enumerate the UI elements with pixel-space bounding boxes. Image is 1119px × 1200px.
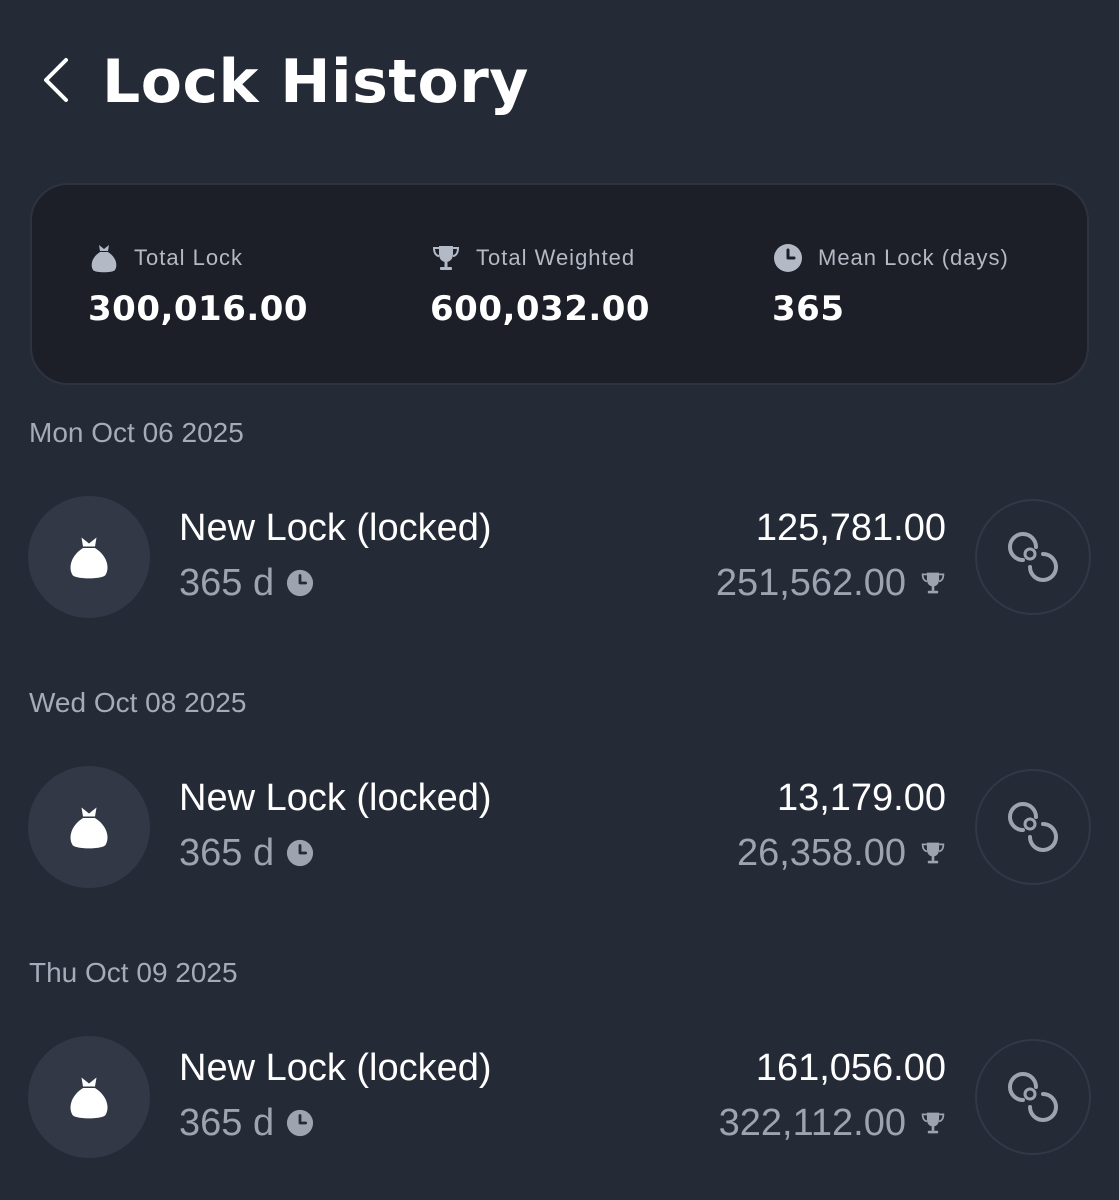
lock-type-icon-container <box>28 496 150 618</box>
stat-value: 365 <box>772 289 845 329</box>
clock-icon <box>772 242 804 274</box>
stat-value: 300,016.00 <box>88 289 309 329</box>
clock-icon <box>286 839 314 867</box>
stat-label: Total Weighted <box>476 245 636 270</box>
lock-weighted: 26,358.00 <box>737 831 946 875</box>
explorer-link-button[interactable] <box>975 769 1091 885</box>
duration-text: 365 d <box>179 832 275 874</box>
money-bag-icon <box>70 807 108 849</box>
lock-type-icon-container <box>28 1036 150 1158</box>
clock-icon <box>286 569 314 597</box>
lock-duration: 365 d <box>179 1101 314 1145</box>
money-bag-icon <box>70 1077 108 1119</box>
back-button[interactable] <box>36 52 76 108</box>
stat-total-weighted: Total Weighted 600,032.00 <box>430 241 650 329</box>
lock-title: New Lock (locked) <box>179 507 492 549</box>
lock-amount: 13,179.00 <box>776 777 946 819</box>
chevron-left-icon <box>44 58 68 102</box>
weighted-text: 251,562.00 <box>715 562 906 604</box>
money-bag-icon <box>88 242 120 274</box>
trophy-icon <box>920 569 946 597</box>
lock-duration: 365 d <box>179 831 314 875</box>
weighted-text: 322,112.00 <box>718 1102 906 1144</box>
lock-duration: 365 d <box>179 561 314 605</box>
page-title: Lock History <box>102 47 529 117</box>
stat-total-lock: Total Lock 300,016.00 <box>88 241 308 329</box>
lock-amount: 125,781.00 <box>755 507 946 549</box>
lock-title: New Lock (locked) <box>179 777 492 819</box>
explorer-link-button[interactable] <box>975 499 1091 615</box>
trophy-icon <box>920 1109 946 1137</box>
trophy-icon <box>920 839 946 867</box>
lock-history-screen: Lock History Total Lock 300,016.00 Total… <box>0 0 1119 1200</box>
duration-text: 365 d <box>179 562 275 604</box>
lock-title: New Lock (locked) <box>179 1047 492 1089</box>
clock-icon <box>286 1109 314 1137</box>
weighted-text: 26,358.00 <box>736 832 906 874</box>
money-bag-icon <box>70 537 108 579</box>
date-header: Thu Oct 09 2025 <box>29 957 238 988</box>
lock-row[interactable]: New Lock (locked) 365 d 13,179.00 26,358… <box>0 766 1119 890</box>
stat-value: 600,032.00 <box>430 289 651 329</box>
link-rings-icon <box>1008 532 1058 582</box>
link-rings-icon <box>1008 1072 1058 1122</box>
stat-label: Total Lock <box>134 245 244 270</box>
summary-card: Total Lock 300,016.00 Total Weighted 600… <box>30 183 1089 385</box>
lock-type-icon-container <box>28 766 150 888</box>
duration-text: 365 d <box>179 1102 275 1144</box>
date-header: Wed Oct 08 2025 <box>29 687 247 718</box>
lock-row[interactable]: New Lock (locked) 365 d 161,056.00 322,1… <box>0 1036 1119 1160</box>
lock-weighted: 251,562.00 <box>716 561 946 605</box>
explorer-link-button[interactable] <box>975 1039 1091 1155</box>
header: Lock History <box>0 0 1119 160</box>
lock-weighted: 322,112.00 <box>719 1101 946 1145</box>
link-rings-icon <box>1008 802 1058 852</box>
stat-mean-lock: Mean Lock (days) 365 <box>772 241 1009 329</box>
lock-amount: 161,056.00 <box>755 1047 946 1089</box>
trophy-icon <box>430 242 462 274</box>
date-header: Mon Oct 06 2025 <box>29 417 244 448</box>
stat-label: Mean Lock (days) <box>818 245 1009 270</box>
lock-row[interactable]: New Lock (locked) 365 d 125,781.00 251,5… <box>0 496 1119 620</box>
